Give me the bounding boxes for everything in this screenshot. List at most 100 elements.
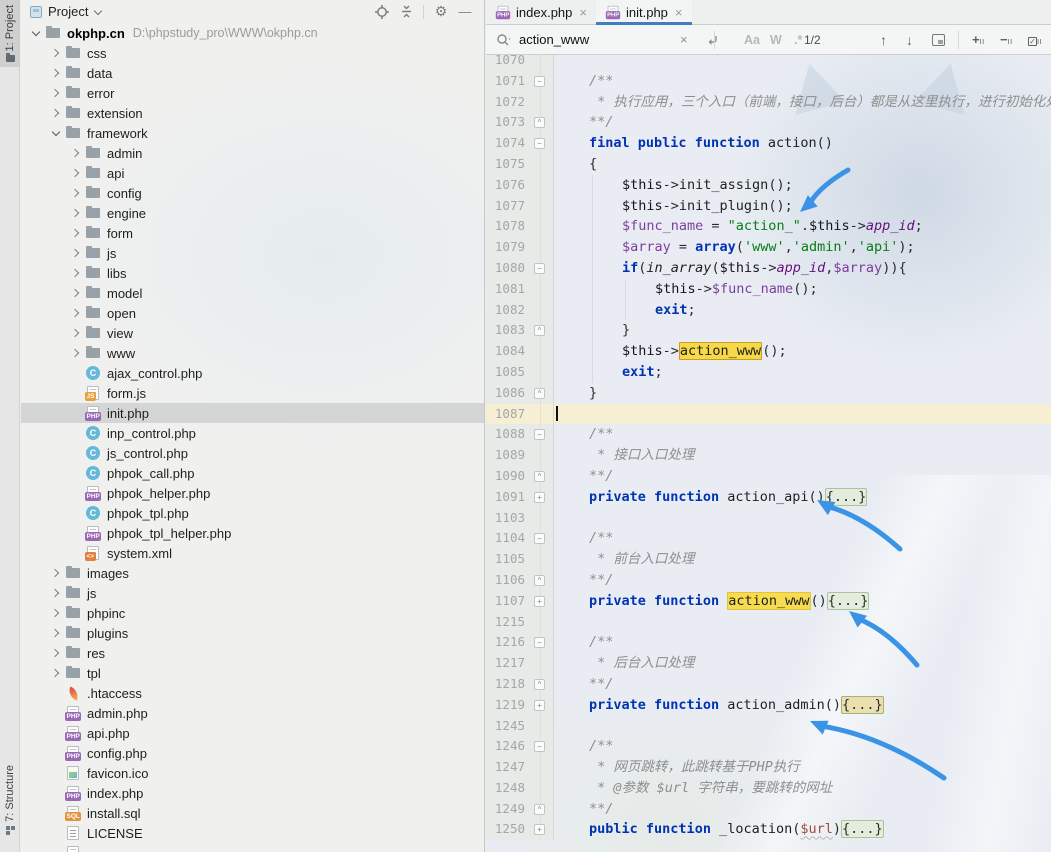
- code-line-1217[interactable]: 1217 * 后台入口处理: [486, 653, 1051, 674]
- code-line-1081[interactable]: 1081$this->$func_name();: [486, 279, 1051, 300]
- code-line-1083[interactable]: 1083^}: [486, 320, 1051, 341]
- folded-code-pill[interactable]: {...}: [827, 592, 870, 610]
- code-line-1250[interactable]: 1250+public function _location($url){...…: [486, 819, 1051, 840]
- tree-item-js[interactable]: js: [21, 583, 484, 603]
- code-line-1082[interactable]: 1082exit;: [486, 300, 1051, 321]
- code-line-1075[interactable]: 1075{: [486, 154, 1051, 175]
- code-line-1219[interactable]: 1219+private function action_admin(){...…: [486, 695, 1051, 716]
- code-line-1103[interactable]: 1103: [486, 508, 1051, 529]
- fold-marker-start-icon[interactable]: −: [534, 138, 545, 149]
- tree-item-phpok-tpl-helper.php[interactable]: PHPphpok_tpl_helper.php: [21, 523, 484, 543]
- code-line-1087[interactable]: 1087: [486, 404, 1051, 425]
- tree-item-engine[interactable]: engine: [21, 203, 484, 223]
- tab-index-php[interactable]: PHPindex.php×: [486, 0, 596, 24]
- code-line-1088[interactable]: 1088−/**: [486, 424, 1051, 445]
- tree-item-res[interactable]: res: [21, 643, 484, 663]
- code-line-1106[interactable]: 1106^**/: [486, 570, 1051, 591]
- fold-marker-end-icon[interactable]: ^: [534, 575, 545, 586]
- code-line-1080[interactable]: 1080−if(in_array($this->app_id,$array)){: [486, 258, 1051, 279]
- code-line-1215[interactable]: 1215: [486, 612, 1051, 633]
- code-line-1090[interactable]: 1090^**/: [486, 466, 1051, 487]
- tree-item-system.xml[interactable]: <>system.xml: [21, 543, 484, 563]
- tree-item-phpok-helper.php[interactable]: PHPphpok_helper.php: [21, 483, 484, 503]
- code-editor[interactable]: 10701071−/**1072 * 执行应用，三个入口（前端，接口，后台）都是…: [486, 55, 1051, 852]
- tree-item-phpok-call.php[interactable]: Cphpok_call.php: [21, 463, 484, 483]
- code-line-1085[interactable]: 1085exit;: [486, 362, 1051, 383]
- remove-occurrence-icon[interactable]: −II: [1000, 32, 1013, 47]
- close-tab-icon[interactable]: ×: [579, 5, 587, 20]
- code-line-1089[interactable]: 1089 * 接口入口处理: [486, 445, 1051, 466]
- fold-marker-plus-icon[interactable]: +: [534, 492, 545, 503]
- tree-item-form[interactable]: form: [21, 223, 484, 243]
- chevron-right-icon[interactable]: [49, 667, 62, 680]
- tree-item-framework[interactable]: framework: [21, 123, 484, 143]
- chevron-down-icon[interactable]: [49, 127, 62, 140]
- code-line-1078[interactable]: 1078$func_name = "action_".$this->app_id…: [486, 216, 1051, 237]
- tree-item-config[interactable]: config: [21, 183, 484, 203]
- tree-item-favicon.ico[interactable]: favicon.ico: [21, 763, 484, 783]
- fold-marker-start-icon[interactable]: −: [534, 533, 545, 544]
- chevron-right-icon[interactable]: [49, 607, 62, 620]
- tree-item-view[interactable]: view: [21, 323, 484, 343]
- code-line-1076[interactable]: 1076$this->init_assign();: [486, 175, 1051, 196]
- code-line-1246[interactable]: 1246−/**: [486, 736, 1051, 757]
- folded-code-pill[interactable]: {...}: [825, 488, 868, 506]
- toolwindow-button-structure[interactable]: 7: Structure: [0, 760, 20, 840]
- chevron-right-icon[interactable]: [69, 307, 82, 320]
- code-line-1073[interactable]: 1073^**/: [486, 112, 1051, 133]
- fold-marker-start-icon[interactable]: −: [534, 76, 545, 87]
- tree-item-admin.php[interactable]: PHPadmin.php: [21, 703, 484, 723]
- tree-item-libs[interactable]: libs: [21, 263, 484, 283]
- match-case-toggle[interactable]: Aa: [744, 33, 760, 47]
- code-line-1249[interactable]: 1249^**/: [486, 799, 1051, 820]
- chevron-right-icon[interactable]: [69, 167, 82, 180]
- add-occurrence-icon[interactable]: +II: [972, 32, 985, 47]
- fold-marker-plus-icon[interactable]: +: [534, 824, 545, 835]
- code-line-1086[interactable]: 1086^}: [486, 383, 1051, 404]
- chevron-right-icon[interactable]: [49, 67, 62, 80]
- newline-icon[interactable]: [706, 34, 719, 46]
- select-all-occurrences-icon[interactable]: ✓II: [1028, 32, 1042, 47]
- chevron-right-icon[interactable]: [69, 287, 82, 300]
- chevron-right-icon[interactable]: [69, 187, 82, 200]
- fold-marker-end-icon[interactable]: ^: [534, 325, 545, 336]
- tree-item-plugins[interactable]: plugins: [21, 623, 484, 643]
- tree-item-inp-control.php[interactable]: Cinp_control.php: [21, 423, 484, 443]
- tree-item-css[interactable]: css: [21, 43, 484, 63]
- fold-marker-end-icon[interactable]: ^: [534, 388, 545, 399]
- code-line-1104[interactable]: 1104−/**: [486, 528, 1051, 549]
- tree-item-api[interactable]: api: [21, 163, 484, 183]
- chevron-right-icon[interactable]: [69, 207, 82, 220]
- tree-item-root[interactable]: okphp.cnD:\phpstudy_pro\WWW\okphp.cn: [21, 23, 484, 43]
- tree-item-js-control.php[interactable]: Cjs_control.php: [21, 443, 484, 463]
- fold-marker-plus-icon[interactable]: +: [534, 596, 545, 607]
- code-line-1084[interactable]: 1084$this->action_www();: [486, 341, 1051, 362]
- tree-item-form.js[interactable]: JSform.js: [21, 383, 484, 403]
- regex-toggle[interactable]: .*: [794, 33, 802, 47]
- locate-file-icon[interactable]: [373, 3, 391, 21]
- next-match-icon[interactable]: ↓: [906, 32, 913, 48]
- chevron-right-icon[interactable]: [49, 107, 62, 120]
- tree-item-www[interactable]: www: [21, 343, 484, 363]
- chevron-right-icon[interactable]: [49, 87, 62, 100]
- code-line-1216[interactable]: 1216−/**: [486, 632, 1051, 653]
- tree-item-open[interactable]: open: [21, 303, 484, 323]
- code-line-1247[interactable]: 1247 * 网页跳转，此跳转基于PHP执行: [486, 757, 1051, 778]
- chevron-down-icon[interactable]: [29, 27, 42, 40]
- chevron-right-icon[interactable]: [69, 227, 82, 240]
- clear-search-icon[interactable]: ×: [680, 32, 688, 47]
- chevron-right-icon[interactable]: [49, 647, 62, 660]
- fold-marker-start-icon[interactable]: −: [534, 637, 545, 648]
- tab-init-php[interactable]: PHPinit.php×: [596, 0, 692, 24]
- tree-item-tpl[interactable]: tpl: [21, 663, 484, 683]
- chevron-right-icon[interactable]: [69, 327, 82, 340]
- chevron-right-icon[interactable]: [69, 247, 82, 260]
- close-tab-icon[interactable]: ×: [675, 5, 683, 20]
- code-line-1248[interactable]: 1248 * @参数 $url 字符串，要跳转的网址: [486, 778, 1051, 799]
- fold-marker-start-icon[interactable]: −: [534, 741, 545, 752]
- tree-item-admin[interactable]: admin: [21, 143, 484, 163]
- tree-item-phpinc[interactable]: phpinc: [21, 603, 484, 623]
- chevron-right-icon[interactable]: [69, 147, 82, 160]
- code-line-1077[interactable]: 1077$this->init_plugin();: [486, 196, 1051, 217]
- code-line-1071[interactable]: 1071−/**: [486, 71, 1051, 92]
